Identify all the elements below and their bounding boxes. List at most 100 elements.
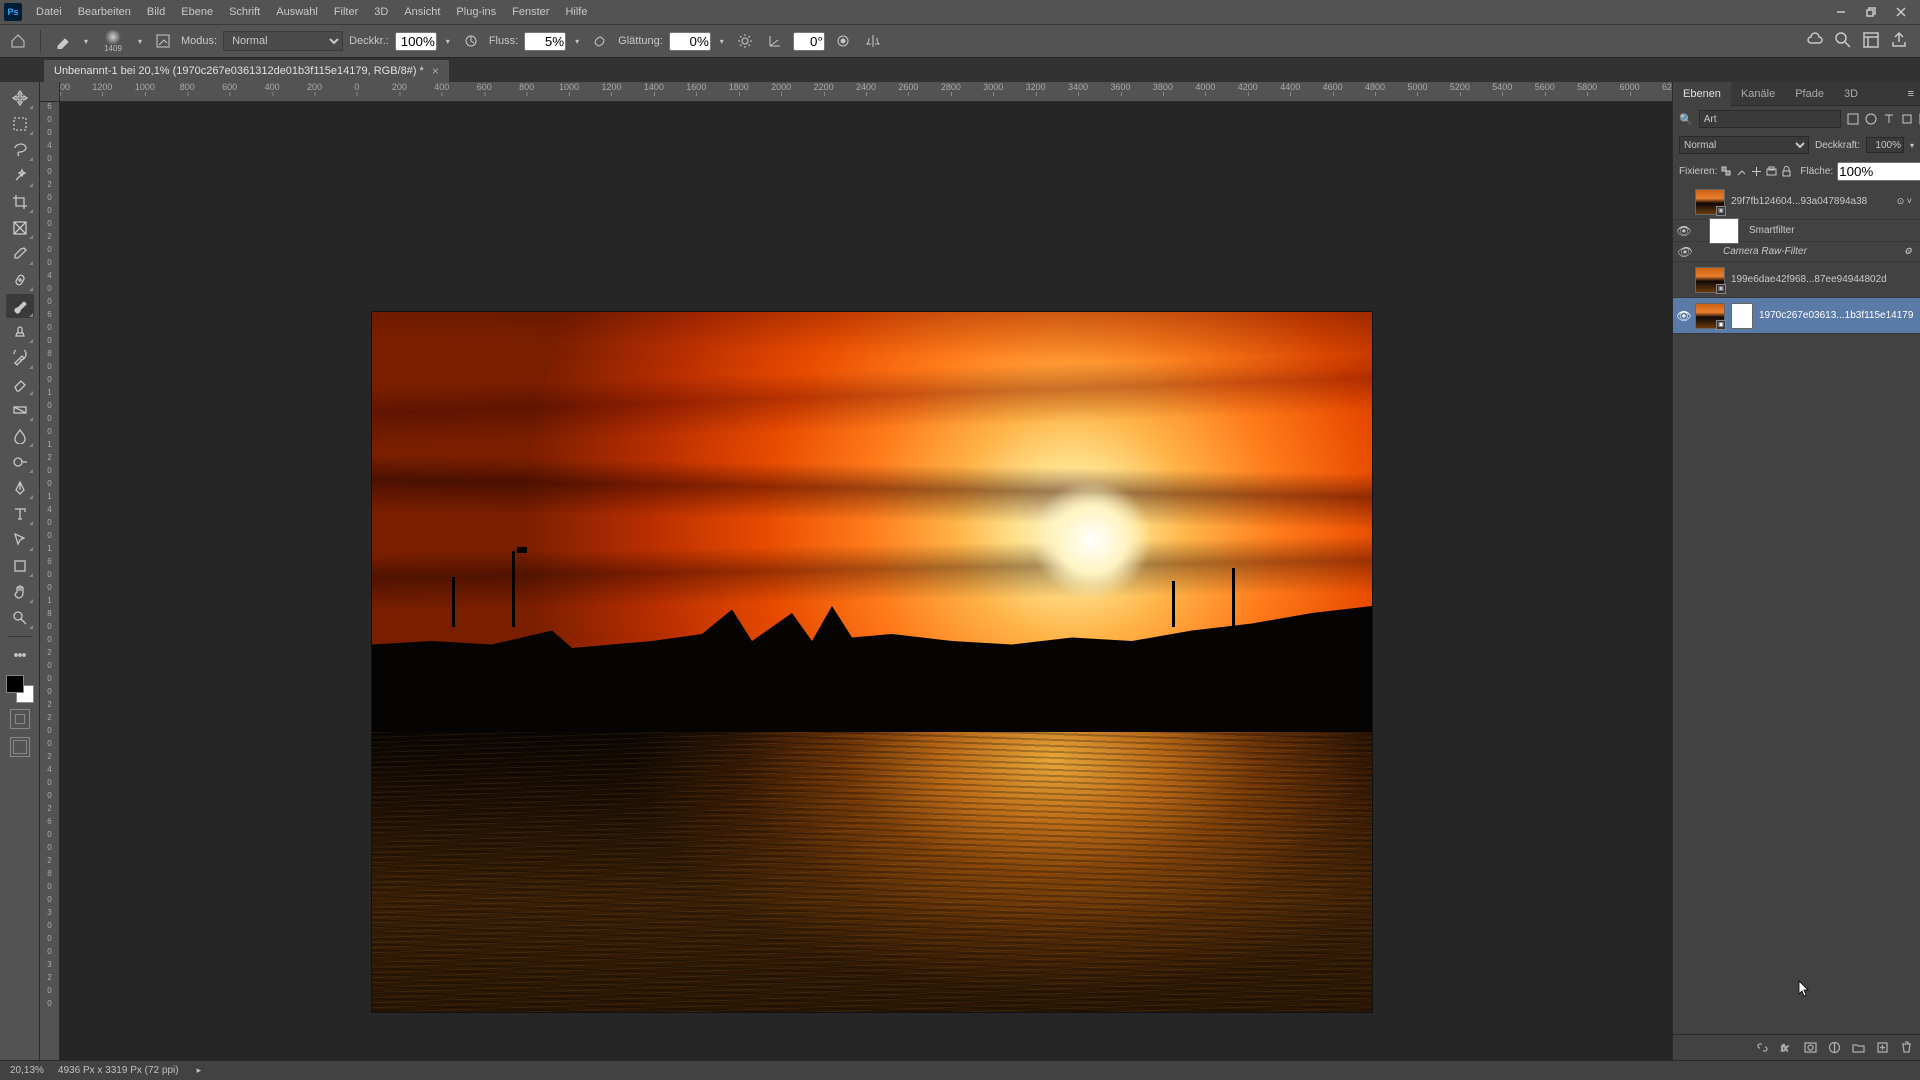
eraser-tool[interactable]	[6, 372, 34, 396]
tab-close-icon[interactable]: ×	[432, 64, 439, 78]
quick-mask-toggle[interactable]	[10, 709, 30, 729]
menu-auswahl[interactable]: Auswahl	[268, 0, 326, 24]
menu-datei[interactable]: Datei	[28, 0, 70, 24]
shape-tool[interactable]	[6, 554, 34, 578]
panel-tab-3d[interactable]: 3D	[1834, 82, 1868, 106]
layer-name[interactable]: 1970c267e03613...1b3f115e14179	[1759, 310, 1916, 321]
filter-type-icon[interactable]	[1883, 110, 1895, 128]
docinfo-dropdown-icon[interactable]: ▸	[197, 1065, 202, 1076]
color-swatches[interactable]	[6, 675, 34, 703]
layer-style-icon[interactable]: fx	[1778, 1040, 1794, 1056]
eyedropper-tool[interactable]	[6, 242, 34, 266]
zoom-level[interactable]: 20,13%	[10, 1065, 44, 1076]
marquee-tool[interactable]	[6, 112, 34, 136]
dodge-tool[interactable]	[6, 450, 34, 474]
frame-tool[interactable]	[6, 216, 34, 240]
window-minimize-button[interactable]	[1826, 0, 1856, 24]
panel-tab-pfade[interactable]: Pfade	[1785, 82, 1834, 106]
lasso-tool[interactable]	[6, 138, 34, 162]
layer-list[interactable]: ▣ 29f7fb124604...93a047894a38⊙ ˅ 👁Smartfil…	[1673, 184, 1920, 1034]
layer-kind-filter[interactable]	[1699, 110, 1841, 128]
smoothing-settings-button[interactable]	[733, 29, 757, 53]
menu-filter[interactable]: Filter	[326, 0, 366, 24]
tool-preset-button[interactable]	[51, 29, 75, 53]
canvas[interactable]	[60, 102, 1672, 1060]
menu-ebene[interactable]: Ebene	[173, 0, 221, 24]
filter-shape-icon[interactable]	[1901, 110, 1913, 128]
layer-row[interactable]: ▣199e6dae42f968...87ee94944802d	[1673, 262, 1920, 298]
pen-tool[interactable]	[6, 476, 34, 500]
history-brush-tool[interactable]	[6, 346, 34, 370]
new-adjustment-icon[interactable]	[1826, 1040, 1842, 1056]
layer-opacity-input[interactable]	[1866, 137, 1904, 153]
opacity-dropdown-icon[interactable]: ▾	[1910, 141, 1914, 150]
symmetry-button[interactable]	[861, 29, 885, 53]
healing-brush-tool[interactable]	[6, 268, 34, 292]
brush-tool[interactable]	[6, 294, 34, 318]
layer-name[interactable]: 29f7fb124604...93a047894a38	[1731, 196, 1893, 207]
filter-blend-options-icon[interactable]: ⚙	[1900, 246, 1916, 257]
menu-hilfe[interactable]: Hilfe	[557, 0, 595, 24]
layer-row[interactable]: ▣ 29f7fb124604...93a047894a38⊙ ˅	[1673, 184, 1920, 220]
share-icon[interactable]	[1890, 31, 1908, 52]
vertical-ruler[interactable]: 6004002000200400600800100012001400160018…	[40, 102, 60, 1060]
tool-preset-dropdown-icon[interactable]: ▾	[81, 37, 91, 46]
layer-name[interactable]: Camera Raw-Filter	[1723, 246, 1900, 257]
blur-tool[interactable]	[6, 424, 34, 448]
menu-3d[interactable]: 3D	[366, 0, 396, 24]
clone-stamp-tool[interactable]	[6, 320, 34, 344]
brush-preview[interactable]: 1409	[97, 27, 129, 55]
delete-layer-icon[interactable]	[1898, 1040, 1914, 1056]
opacity-dropdown-icon[interactable]: ▾	[443, 37, 453, 46]
angle-input[interactable]	[793, 32, 825, 51]
layer-row[interactable]: 👁▣1970c267e03613...1b3f115e14179	[1673, 298, 1920, 334]
lock-nested-icon[interactable]	[1766, 163, 1777, 179]
layer-thumbnail[interactable]: ▣	[1695, 303, 1725, 329]
link-layers-icon[interactable]	[1754, 1040, 1770, 1056]
size-pressure-toggle[interactable]	[831, 29, 855, 53]
layer-visibility-toggle[interactable]: 👁	[1673, 224, 1695, 238]
cloud-docs-icon[interactable]	[1806, 31, 1824, 52]
panel-tab-kanäle[interactable]: Kanäle	[1731, 82, 1785, 106]
opacity-input[interactable]	[395, 32, 437, 51]
move-tool[interactable]	[6, 86, 34, 110]
angle-icon[interactable]	[763, 29, 787, 53]
blend-mode-select[interactable]: Normal	[223, 31, 343, 51]
path-selection-tool[interactable]	[6, 528, 34, 552]
lock-transparency-icon[interactable]	[1721, 163, 1732, 179]
document-tab[interactable]: Unbenannt-1 bei 20,1% (1970c267e0361312d…	[44, 60, 449, 82]
menu-ansicht[interactable]: Ansicht	[396, 0, 448, 24]
crop-tool[interactable]	[6, 190, 34, 214]
menu-schrift[interactable]: Schrift	[221, 0, 268, 24]
window-restore-button[interactable]	[1856, 0, 1886, 24]
layer-row[interactable]: 👁Smartfilter	[1673, 220, 1920, 242]
smoothing-input[interactable]	[669, 32, 711, 51]
flow-input[interactable]	[524, 32, 566, 51]
lock-all-icon[interactable]	[1781, 163, 1792, 179]
layer-mask-thumbnail[interactable]	[1731, 303, 1753, 329]
zoom-tool[interactable]	[6, 606, 34, 630]
type-tool[interactable]	[6, 502, 34, 526]
horizontal-ruler[interactable]: 1400120010008006004002000200400600800100…	[60, 82, 1672, 102]
panel-menu-icon[interactable]: ≡	[1902, 88, 1920, 100]
layer-filter-toggle-icon[interactable]: ⊙ ˅	[1893, 196, 1916, 207]
layer-name[interactable]: 199e6dae42f968...87ee94944802d	[1731, 274, 1916, 285]
airbrush-toggle[interactable]	[588, 29, 612, 53]
search-icon[interactable]: 🔍	[1679, 113, 1693, 126]
workspace-switcher-icon[interactable]	[1862, 31, 1880, 52]
brush-dropdown-icon[interactable]: ▾	[135, 37, 145, 46]
layer-thumbnail[interactable]: ▣	[1695, 189, 1725, 215]
ruler-origin[interactable]	[40, 82, 60, 102]
add-mask-icon[interactable]	[1802, 1040, 1818, 1056]
foreground-color-swatch[interactable]	[6, 675, 24, 693]
layer-fill-input[interactable]	[1837, 162, 1920, 181]
flow-dropdown-icon[interactable]: ▾	[572, 37, 582, 46]
filter-adjust-icon[interactable]	[1865, 110, 1877, 128]
opacity-pressure-toggle[interactable]	[459, 29, 483, 53]
window-close-button[interactable]	[1886, 0, 1916, 24]
home-button[interactable]	[6, 29, 30, 53]
brush-panel-toggle-button[interactable]	[151, 29, 175, 53]
layer-row[interactable]: 👁Camera Raw-Filter⚙	[1673, 242, 1920, 262]
menu-fenster[interactable]: Fenster	[504, 0, 557, 24]
edit-toolbar-button[interactable]	[6, 643, 34, 667]
